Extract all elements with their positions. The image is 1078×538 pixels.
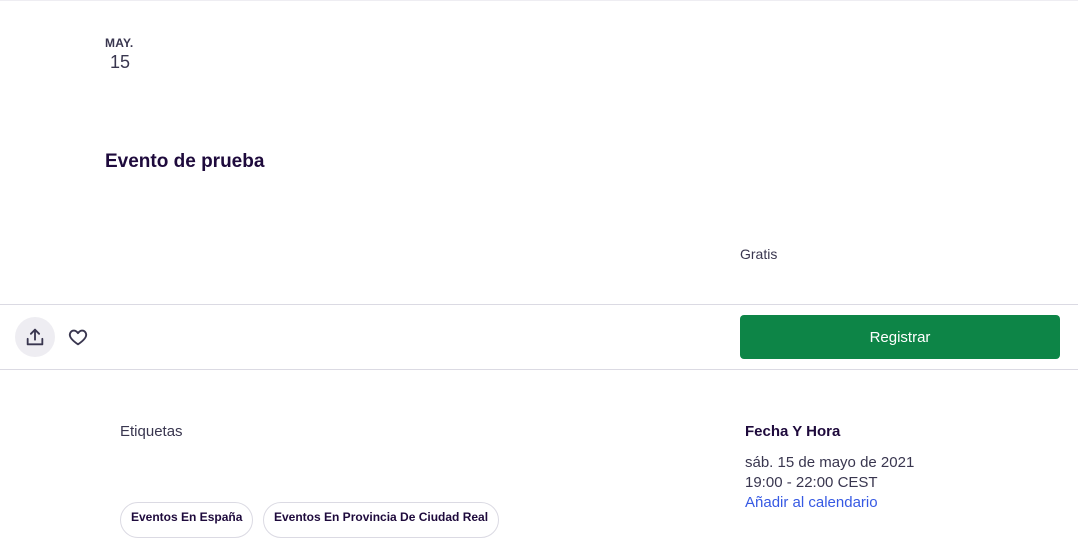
- event-date-text: sáb. 15 de mayo de 2021: [745, 454, 915, 471]
- heart-outline-icon: [68, 329, 88, 346]
- datetime-heading: Fecha Y Hora: [745, 423, 841, 440]
- register-button[interactable]: Registrar: [740, 315, 1060, 359]
- share-upload-icon: [26, 328, 44, 346]
- event-time-text: 19:00 - 22:00 CEST: [745, 474, 878, 491]
- add-to-calendar-link[interactable]: Añadir al calendario: [745, 494, 878, 511]
- like-button[interactable]: [62, 321, 94, 353]
- event-price: Gratis: [740, 246, 778, 262]
- action-bar: Registrar: [0, 304, 1078, 370]
- event-date-day: 15: [110, 52, 131, 72]
- event-date-month: MAY.: [105, 36, 134, 50]
- tag-chip[interactable]: Eventos En España: [120, 502, 254, 538]
- event-title: Evento de prueba: [105, 151, 265, 172]
- tag-chip[interactable]: Eventos En Provincia De Ciudad Real: [263, 502, 500, 538]
- share-button[interactable]: [15, 317, 55, 357]
- tags-heading: Etiquetas: [120, 423, 183, 440]
- top-divider: [0, 0, 1078, 1]
